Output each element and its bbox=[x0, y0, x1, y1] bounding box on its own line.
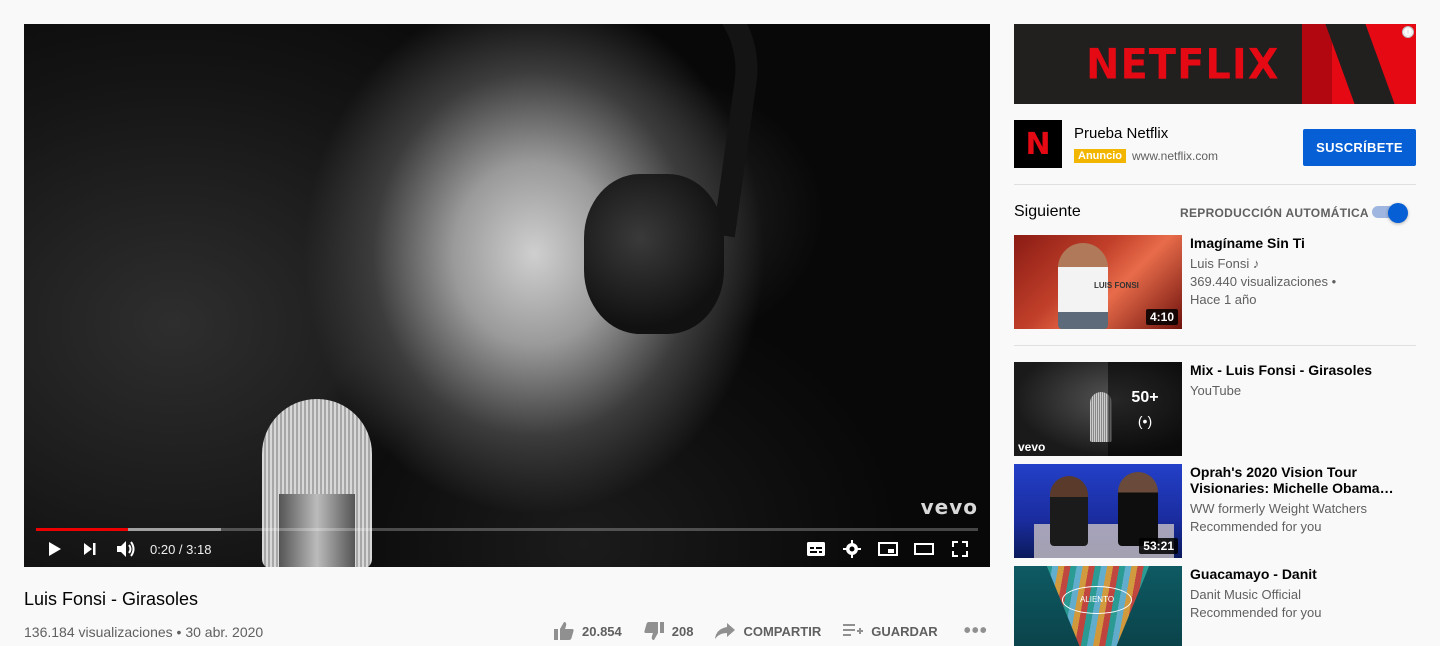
dislike-button[interactable]: 208 bbox=[644, 622, 694, 640]
recommendation-title[interactable]: Guacamayo - Danit bbox=[1190, 566, 1416, 582]
miniplayer-button[interactable] bbox=[870, 531, 906, 567]
thumbs-up-icon bbox=[554, 622, 574, 640]
dislike-count: 208 bbox=[671, 623, 694, 639]
recommendation-channel[interactable]: Danit Music Official bbox=[1190, 587, 1301, 602]
autoplay-toggle[interactable] bbox=[1372, 203, 1408, 223]
recommendation-item[interactable]: 53:21 Oprah's 2020 Vision Tour Visionari… bbox=[1014, 464, 1416, 558]
fullscreen-icon bbox=[952, 541, 968, 557]
play-icon bbox=[49, 542, 61, 556]
volume-icon bbox=[117, 541, 135, 557]
up-next-heading: Siguiente bbox=[1014, 203, 1081, 220]
time-display: 0:20 / 3:18 bbox=[150, 541, 212, 557]
thumbnail-person-graphic bbox=[1050, 476, 1088, 546]
video-title: Luis Fonsi - Girasoles bbox=[24, 589, 199, 609]
recommendation-reason: Recommended for you bbox=[1190, 519, 1322, 534]
video-player[interactable]: vevo 0:20 / 3:18 bbox=[24, 24, 990, 567]
theater-mode-icon bbox=[914, 543, 934, 555]
thumbnail-person-graphic bbox=[1118, 472, 1158, 546]
ad-badge: Anuncio bbox=[1074, 149, 1126, 163]
thumbnail-text: ALIENTO bbox=[1062, 586, 1132, 614]
ad-url[interactable]: www.netflix.com bbox=[1132, 149, 1218, 163]
watch-page: vevo 0:20 / 3:18 Luis Fonsi - Girasoles … bbox=[0, 0, 1440, 646]
divider bbox=[1014, 184, 1416, 185]
settings-button[interactable] bbox=[834, 531, 870, 567]
volume-button[interactable] bbox=[108, 531, 144, 567]
ad-info-icon[interactable]: ⓘ bbox=[1402, 26, 1414, 38]
video-stats: 136.184 visualizaciones • 30 abr. 2020 bbox=[24, 624, 264, 640]
recommendation-title[interactable]: Mix - Luis Fonsi - Girasoles bbox=[1190, 362, 1416, 378]
video-thumbnail[interactable]: vevo 50+ (•) bbox=[1014, 362, 1182, 456]
video-frame[interactable] bbox=[24, 24, 990, 567]
subscribe-button[interactable]: SUSCRÍBETE bbox=[1303, 129, 1416, 166]
mix-count: 50+ bbox=[1131, 389, 1159, 406]
recommendation-views: 369.440 visualizaciones • bbox=[1190, 274, 1337, 289]
toggle-knob bbox=[1388, 203, 1408, 223]
skip-next-icon bbox=[84, 543, 96, 555]
thumbnail-text: LUIS FONSI bbox=[1094, 281, 1139, 290]
ad-title[interactable]: Prueba Netflix bbox=[1074, 125, 1168, 142]
netflix-n-shade-graphic bbox=[1302, 24, 1332, 104]
divider bbox=[1014, 345, 1416, 346]
radio-icon: (•) bbox=[1137, 413, 1153, 429]
theater-mode-button[interactable] bbox=[906, 531, 942, 567]
video-actions: 20.854 208 COMPARTIR GUARDAR ••• bbox=[554, 621, 988, 641]
share-label: COMPARTIR bbox=[743, 623, 822, 639]
play-button[interactable] bbox=[36, 531, 72, 567]
player-controls: 0:20 / 3:18 bbox=[24, 531, 990, 567]
fullscreen-button[interactable] bbox=[942, 531, 978, 567]
like-count: 20.854 bbox=[582, 623, 622, 639]
share-icon bbox=[715, 623, 736, 639]
recommendation-channel[interactable]: Luis Fonsi ♪ bbox=[1190, 256, 1259, 271]
recommendation-item[interactable]: ALIENTO Guacamayo - Danit Danit Music Of… bbox=[1014, 566, 1416, 646]
mix-overlay: 50+ (•) bbox=[1108, 362, 1182, 456]
headphone-cup-graphic bbox=[584, 174, 724, 334]
duration-badge: 4:10 bbox=[1145, 309, 1178, 325]
thumbs-down-icon bbox=[644, 622, 664, 640]
miniplayer-icon bbox=[878, 542, 898, 556]
subtitles-icon bbox=[807, 542, 825, 556]
like-button[interactable]: 20.854 bbox=[554, 622, 622, 640]
recommendation-item[interactable]: LUIS FONSI 4:10 Imagíname Sin Ti Luis Fo… bbox=[1014, 235, 1416, 329]
more-actions-icon[interactable]: ••• bbox=[964, 621, 988, 641]
recommendation-age: Hace 1 año bbox=[1190, 292, 1257, 307]
thumbnail-vevo-logo: vevo bbox=[1018, 440, 1046, 454]
recommendation-reason: Recommended for you bbox=[1190, 605, 1322, 620]
ad-companion: N Prueba Netflix Anuncio www.netflix.com… bbox=[1014, 120, 1416, 168]
video-thumbnail[interactable]: LUIS FONSI 4:10 bbox=[1014, 235, 1182, 329]
save-label: GUARDAR bbox=[871, 623, 938, 639]
next-button[interactable] bbox=[72, 531, 108, 567]
vevo-watermark[interactable]: vevo bbox=[921, 495, 978, 519]
gear-icon bbox=[843, 540, 861, 558]
video-thumbnail[interactable]: ALIENTO bbox=[1014, 566, 1182, 646]
recommendation-channel[interactable]: WW formerly Weight Watchers bbox=[1190, 501, 1367, 516]
share-button[interactable]: COMPARTIR bbox=[715, 623, 821, 639]
ad-banner[interactable]: NETFLIX ⓘ bbox=[1014, 24, 1416, 104]
recommendation-channel[interactable]: YouTube bbox=[1190, 383, 1241, 398]
video-thumbnail[interactable]: 53:21 bbox=[1014, 464, 1182, 558]
recommendation-title[interactable]: Imagíname Sin Ti bbox=[1190, 235, 1416, 251]
subtitles-button[interactable] bbox=[798, 531, 834, 567]
recommendation-title[interactable]: Oprah's 2020 Vision Tour Visionaries: Mi… bbox=[1190, 464, 1416, 496]
netflix-logo-icon[interactable]: N bbox=[1014, 120, 1062, 168]
save-button[interactable]: GUARDAR bbox=[843, 623, 938, 639]
recommendation-mix-item[interactable]: vevo 50+ (•) Mix - Luis Fonsi - Girasole… bbox=[1014, 362, 1416, 456]
autoplay-label: REPRODUCCIÓN AUTOMÁTICA bbox=[1180, 206, 1369, 220]
playlist-add-icon bbox=[843, 624, 864, 636]
duration-badge: 53:21 bbox=[1139, 538, 1178, 554]
ad-banner-logo: NETFLIX bbox=[1086, 40, 1280, 90]
